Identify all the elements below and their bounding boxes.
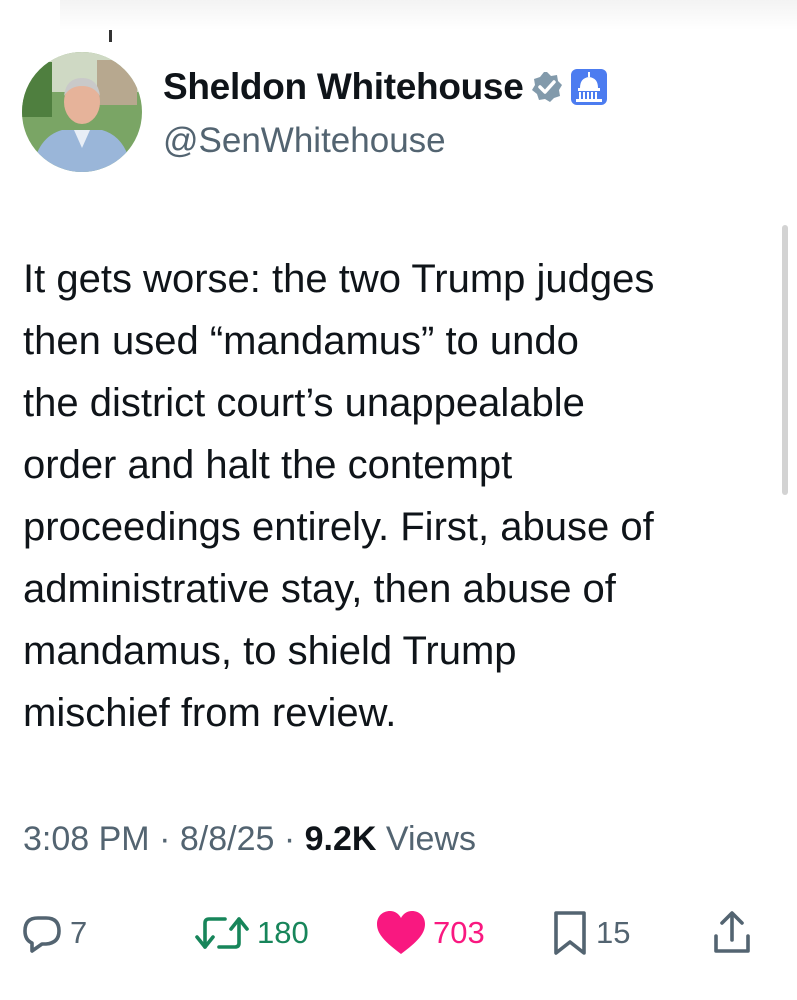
- like-count: 703: [433, 915, 485, 950]
- tweet-date[interactable]: 8/8/25: [180, 820, 275, 858]
- avatar[interactable]: [22, 52, 142, 172]
- retweet-button[interactable]: 180: [193, 908, 309, 958]
- like-button[interactable]: 703: [375, 908, 485, 958]
- author-name-row[interactable]: Sheldon Whitehouse: [163, 66, 608, 108]
- bookmark-button[interactable]: 15: [550, 908, 630, 958]
- reply-button[interactable]: 7: [20, 908, 87, 958]
- tweet-text: It gets worse: the two Trump judges then…: [23, 257, 655, 735]
- verified-badge-icon: [531, 71, 563, 103]
- meta-separator: ·: [159, 820, 171, 858]
- reply-icon: [20, 911, 64, 955]
- tweet-meta: 3:08 PM · 8/8/25 · 9.2K Views: [23, 820, 476, 859]
- reply-count: 7: [70, 915, 88, 950]
- share-button[interactable]: [710, 908, 754, 958]
- author-handle[interactable]: @SenWhitehouse: [163, 121, 446, 161]
- retweet-icon: [193, 911, 251, 955]
- retweet-count: 180: [257, 915, 309, 950]
- capitol-dome-icon: [571, 69, 608, 105]
- views-label: Views: [385, 820, 476, 858]
- heart-icon: [375, 910, 427, 956]
- views-count[interactable]: 9.2K: [305, 820, 377, 858]
- share-icon: [710, 910, 754, 956]
- author-display-name[interactable]: Sheldon Whitehouse: [163, 66, 524, 108]
- scrollbar[interactable]: [782, 225, 788, 495]
- top-edge-fade: [60, 0, 797, 30]
- bookmark-count: 15: [596, 915, 631, 950]
- avatar-photo: [22, 52, 142, 172]
- tweet-time[interactable]: 3:08 PM: [23, 820, 150, 858]
- meta-separator-2: ·: [283, 820, 296, 858]
- bookmark-icon: [550, 910, 590, 956]
- action-bar: 7 180 703 15: [20, 908, 780, 958]
- thread-line-stub: [109, 30, 112, 42]
